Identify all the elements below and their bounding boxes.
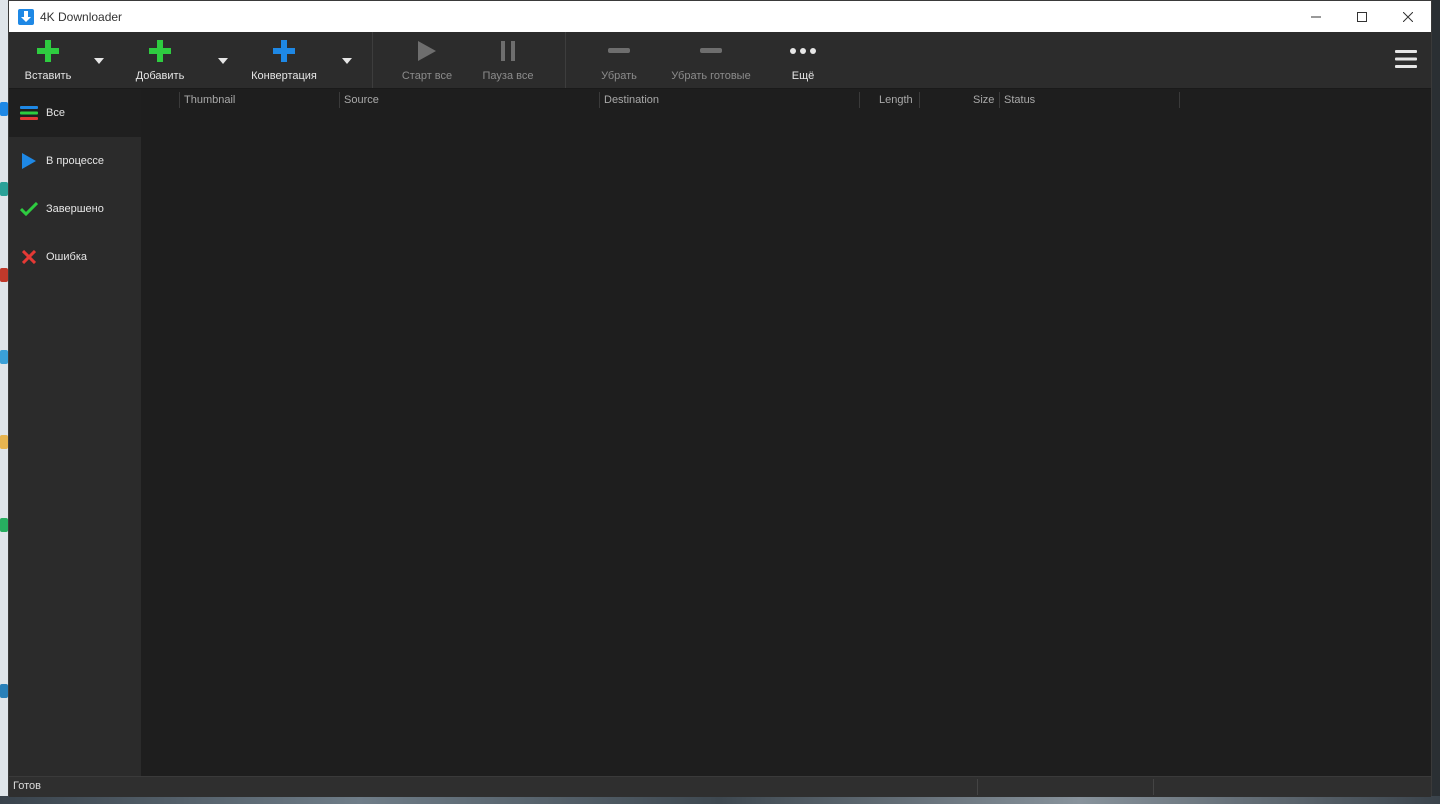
paste-dropdown-button[interactable] <box>93 56 105 66</box>
sidebar-item-label: В процессе <box>46 155 104 167</box>
remove-done-label: Убрать готовые <box>671 70 751 82</box>
pause-all-label: Пауза все <box>482 70 534 82</box>
remove-label: Убрать <box>601 70 637 82</box>
more-dots-icon <box>790 32 816 70</box>
toolbar-separator <box>372 32 373 88</box>
remove-button[interactable]: Убрать <box>595 32 643 88</box>
status-separator <box>1153 779 1154 795</box>
window-title: 4K Downloader <box>40 9 123 24</box>
column-header-length[interactable]: Length <box>879 89 913 111</box>
desktop-edge <box>1432 0 1440 804</box>
app-window: 4K Downloader Вставить Добавить Конверта… <box>8 0 1432 797</box>
column-separator <box>179 92 180 108</box>
add-button[interactable]: Добавить <box>133 32 187 88</box>
convert-button[interactable]: Конвертация <box>249 32 319 88</box>
column-header-status[interactable]: Status <box>1004 89 1035 111</box>
add-label: Добавить <box>135 70 185 82</box>
column-separator <box>919 92 920 108</box>
sidebar-item-all[interactable]: Все <box>9 89 141 137</box>
plus-icon <box>149 32 171 70</box>
minimize-icon <box>1311 16 1321 17</box>
status-separator <box>977 779 978 795</box>
status-text: Готов <box>13 780 41 792</box>
column-separator <box>339 92 340 108</box>
more-button[interactable]: Ещё <box>783 32 823 88</box>
downloads-table: Thumbnail Source Destination Length Size… <box>141 89 1431 776</box>
minus-icon <box>700 32 722 70</box>
minus-icon <box>608 32 630 70</box>
column-separator <box>999 92 1000 108</box>
paste-label: Вставить <box>24 70 72 82</box>
minimize-button[interactable] <box>1293 1 1339 32</box>
add-dropdown-button[interactable] <box>217 56 229 66</box>
start-all-label: Старт все <box>401 70 453 82</box>
column-separator <box>859 92 860 108</box>
sidebar-item-label: Ошибка <box>46 251 87 263</box>
column-header-thumbnail[interactable]: Thumbnail <box>184 89 235 111</box>
cross-icon <box>18 246 40 268</box>
convert-label: Конвертация <box>251 70 317 82</box>
column-separator <box>1179 92 1180 108</box>
maximize-button[interactable] <box>1339 1 1385 32</box>
sidebar-item-in-progress[interactable]: В процессе <box>9 137 141 185</box>
toolbar: Вставить Добавить Конвертация Старт все … <box>9 32 1431 89</box>
hamburger-icon <box>1395 50 1417 68</box>
more-label: Ещё <box>791 70 815 82</box>
sidebar-item-error[interactable]: Ошибка <box>9 233 141 281</box>
sidebar-item-completed[interactable]: Завершено <box>9 185 141 233</box>
check-icon <box>18 198 40 220</box>
desktop-icons-strip <box>0 0 8 804</box>
app-logo-icon <box>18 8 34 25</box>
pause-icon <box>500 32 516 70</box>
sidebar: Все В процессе Завершено Ошибка <box>9 89 141 776</box>
plus-icon <box>273 32 295 70</box>
column-header-source[interactable]: Source <box>344 89 379 111</box>
column-separator <box>599 92 600 108</box>
start-all-button[interactable]: Старт все <box>398 32 456 88</box>
close-icon <box>1403 11 1413 22</box>
close-button[interactable] <box>1385 1 1431 32</box>
chevron-down-icon <box>94 58 104 64</box>
menu-button[interactable] <box>1395 50 1417 73</box>
paste-button[interactable]: Вставить <box>23 32 73 88</box>
chevron-down-icon <box>218 58 228 64</box>
convert-dropdown-button[interactable] <box>341 56 353 66</box>
toolbar-separator <box>565 32 566 88</box>
maximize-icon <box>1357 11 1367 22</box>
play-icon <box>418 32 436 70</box>
list-icon <box>18 102 40 124</box>
column-header-size[interactable]: Size <box>973 89 994 111</box>
play-icon <box>18 150 40 172</box>
chevron-down-icon <box>342 58 352 64</box>
plus-icon <box>37 32 59 70</box>
sidebar-item-label: Все <box>46 107 65 119</box>
column-header-destination[interactable]: Destination <box>604 89 659 111</box>
window-controls <box>1293 1 1431 32</box>
pause-all-button[interactable]: Пауза все <box>479 32 537 88</box>
sidebar-item-label: Завершено <box>46 203 104 215</box>
title-bar[interactable]: 4K Downloader <box>9 1 1431 32</box>
remove-done-button[interactable]: Убрать готовые <box>665 32 757 88</box>
status-bar: Готов <box>9 776 1431 797</box>
taskbar-strip <box>0 796 1440 804</box>
